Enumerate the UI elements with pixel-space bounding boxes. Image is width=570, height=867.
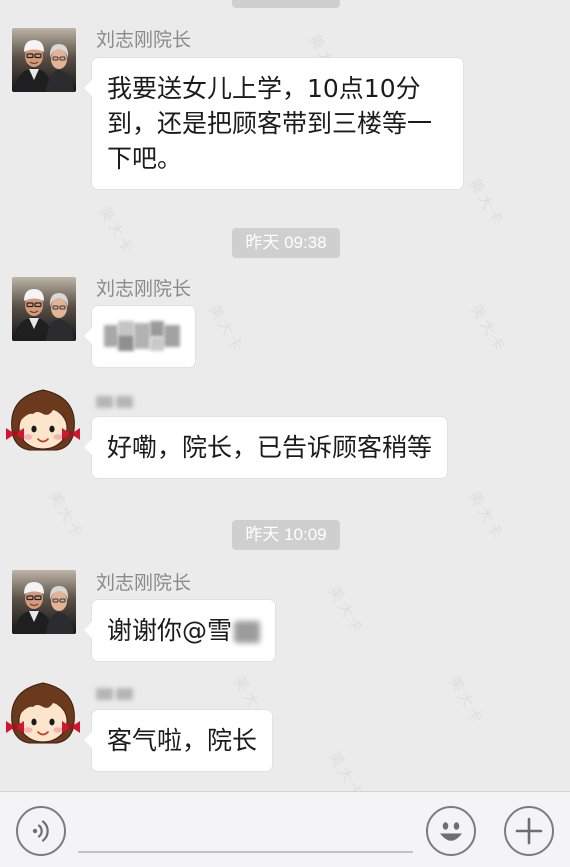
voice-icon <box>32 820 49 842</box>
message-bubble-blurred[interactable] <box>84 306 195 367</box>
watermark-text: 美大卡 <box>445 672 488 729</box>
blur-pixel <box>116 396 133 408</box>
blur-pixel <box>150 321 164 337</box>
cartoon-girl-avatar[interactable] <box>3 677 83 749</box>
blurred-content <box>104 321 180 353</box>
message-text: 客气啦，院长 <box>107 726 258 755</box>
chat-screen: 美大卡 美大卡 美大卡 美大卡 美大卡 美大卡 美大卡 美大卡 美大卡 美大卡 … <box>0 0 570 867</box>
blur-pixel <box>118 335 134 351</box>
couple-photo-avatar-image <box>12 570 76 634</box>
watermark-text: 美大卡 <box>465 174 508 231</box>
message-text: 好嘞，院长，已告诉顾客稍等 <box>107 433 433 462</box>
sender-name-blurred <box>96 686 136 702</box>
message-text: 谢谢你@雪 <box>107 616 233 645</box>
watermark-text: 美大卡 <box>95 202 138 259</box>
sender-name: 刘志刚院长 <box>96 572 192 594</box>
couple-photo-avatar[interactable] <box>12 277 76 341</box>
blur-pixel <box>116 688 133 700</box>
sender-name-blurred <box>96 394 136 410</box>
watermark-text: 美大卡 <box>467 300 510 357</box>
message-bubble[interactable]: 谢谢你@雪 <box>83 600 276 661</box>
blur-pixel <box>164 325 180 347</box>
message-text: 我要送女儿上学，10点10分到，还是把顾客带到三楼等一下吧。 <box>107 74 433 173</box>
timestamp-pill-partial <box>232 0 340 8</box>
message-bubble[interactable]: 好嘞，院长，已告诉顾客稍等 <box>83 417 448 478</box>
couple-photo-avatar-image <box>12 28 76 92</box>
blur-pixel <box>150 337 164 351</box>
blur-pixel <box>134 323 150 349</box>
timestamp-pill: 昨天 09:38 <box>232 228 340 258</box>
more-button[interactable] <box>504 806 554 856</box>
watermark-text: 美大卡 <box>45 487 88 544</box>
watermark-text: 美大卡 <box>325 582 368 639</box>
cartoon-girl-avatar[interactable] <box>3 384 83 456</box>
mention-blurred <box>234 621 261 643</box>
emoji-icon <box>440 822 462 841</box>
voice-button[interactable] <box>16 806 66 856</box>
blur-pixel <box>104 325 118 347</box>
sender-name: 刘志刚院长 <box>96 278 192 300</box>
cartoon-girl-avatar-image <box>6 682 80 744</box>
cartoon-girl-avatar-image <box>6 389 80 451</box>
blur-pixel <box>96 688 113 700</box>
timestamp-pill: 昨天 10:09 <box>232 520 340 550</box>
sender-name: 刘志刚院长 <box>96 29 192 51</box>
couple-photo-avatar-image <box>12 277 76 341</box>
blur-pixel <box>96 396 113 408</box>
watermark-text: 美大卡 <box>465 487 508 544</box>
couple-photo-avatar[interactable] <box>12 570 76 634</box>
plus-icon <box>515 817 543 845</box>
emoji-button[interactable] <box>426 806 476 856</box>
watermark-text: 美大卡 <box>205 300 248 357</box>
chat-input-bar <box>0 791 570 867</box>
message-bubble[interactable]: 客气啦，院长 <box>83 710 273 771</box>
blur-pixel <box>118 321 134 335</box>
message-input[interactable] <box>78 812 413 853</box>
couple-photo-avatar[interactable] <box>12 28 76 92</box>
message-bubble[interactable]: 我要送女儿上学，10点10分到，还是把顾客带到三楼等一下吧。 <box>84 58 463 189</box>
